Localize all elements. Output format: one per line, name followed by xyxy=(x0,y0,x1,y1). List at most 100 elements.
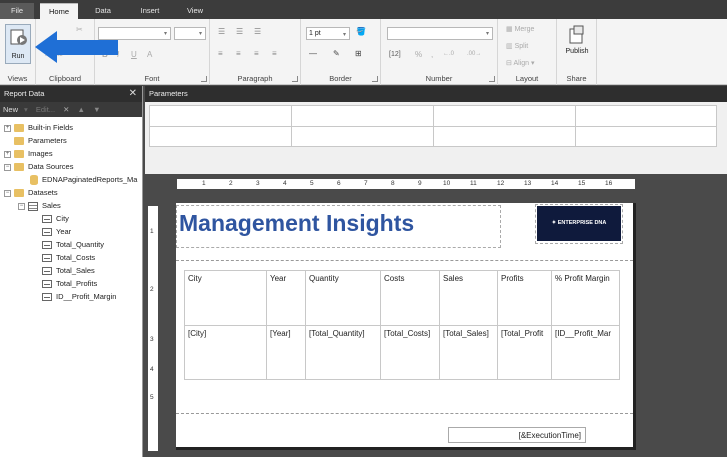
table-cell-sales[interactable]: [Total_Sales] xyxy=(440,326,498,380)
parameter-cell[interactable] xyxy=(434,106,576,127)
table-cell-profits[interactable]: [Total_Profit xyxy=(498,326,552,380)
merge-button[interactable]: ▦ Merge xyxy=(506,25,534,33)
publish-button[interactable]: Publish xyxy=(561,24,593,64)
comma-button[interactable]: , xyxy=(431,50,433,59)
number-dialog-launcher[interactable] xyxy=(489,76,495,82)
border-color-icon[interactable]: ✎ xyxy=(333,49,340,58)
field-total-quantity[interactable]: Total_Quantity xyxy=(42,239,104,251)
new-button[interactable]: New xyxy=(3,105,18,114)
expand-icon[interactable]: + xyxy=(4,150,11,158)
paragraph-dialog-launcher[interactable] xyxy=(292,76,298,82)
field-total-profits[interactable]: Total_Profits xyxy=(42,278,97,290)
group-views: Run Views xyxy=(0,19,36,85)
align-bottom-icon[interactable]: ☰ xyxy=(254,27,261,36)
design-surface: 1 2 3 4 5 6 7 8 9 10 11 12 13 14 15 16 1… xyxy=(145,176,727,457)
table-header-city[interactable]: City xyxy=(185,271,267,326)
parameter-cell[interactable] xyxy=(150,106,292,127)
table-header-quantity[interactable]: Quantity xyxy=(306,271,381,326)
close-icon[interactable]: ✕ xyxy=(129,86,137,102)
parameter-cell[interactable] xyxy=(576,106,717,127)
font-size-dropdown[interactable]: ▾ xyxy=(174,27,206,40)
footer-separator xyxy=(176,413,633,414)
font-dialog-launcher[interactable] xyxy=(201,76,207,82)
table-header-year[interactable]: Year xyxy=(267,271,306,326)
parameter-cell[interactable] xyxy=(434,127,576,147)
table-header-profits[interactable]: Profits xyxy=(498,271,552,326)
underline-button[interactable]: U xyxy=(131,50,137,59)
group-label-layout: Layout xyxy=(515,74,539,83)
field-year[interactable]: Year xyxy=(42,226,71,238)
report-table[interactable]: City Year Quantity Costs Sales Profits %… xyxy=(184,270,620,380)
tree-item-sales[interactable]: − Sales xyxy=(18,200,61,212)
collapse-icon[interactable]: − xyxy=(4,163,11,171)
table-header-costs[interactable]: Costs xyxy=(381,271,440,326)
tab-data[interactable]: Data xyxy=(86,3,120,19)
decrease-decimal-button[interactable]: .00→ xyxy=(467,51,481,57)
tab-insert[interactable]: Insert xyxy=(130,3,170,19)
edit-button[interactable]: Edit... xyxy=(36,105,55,114)
field-total-costs[interactable]: Total_Costs xyxy=(42,252,95,264)
field-city[interactable]: City xyxy=(42,213,69,225)
parameters-grid[interactable] xyxy=(149,105,717,147)
publish-icon xyxy=(569,25,584,44)
collapse-icon[interactable]: − xyxy=(18,202,25,210)
borders-icon[interactable]: ⊞ xyxy=(355,49,362,58)
expand-icon[interactable]: + xyxy=(4,124,11,132)
parameter-cell[interactable] xyxy=(576,127,717,147)
border-dialog-launcher[interactable] xyxy=(372,76,378,82)
table-cell-quantity[interactable]: [Total_Quantity] xyxy=(306,326,381,380)
report-title[interactable]: Management Insights xyxy=(179,210,414,237)
table-cell-city[interactable]: [City] xyxy=(185,326,267,380)
tab-view[interactable]: View xyxy=(178,3,212,19)
fill-color-icon[interactable]: 🪣 xyxy=(356,27,366,36)
logo-image[interactable]: ✦ ENTERPRISE DNA xyxy=(537,206,621,241)
report-canvas[interactable]: Management Insights ✦ ENTERPRISE DNA Cit… xyxy=(176,203,636,450)
font-color-button[interactable]: A xyxy=(147,50,152,59)
delete-icon[interactable]: ✕ xyxy=(63,105,69,114)
table-header-sales[interactable]: Sales xyxy=(440,271,498,326)
align-left-icon[interactable]: ≡ xyxy=(218,49,223,58)
report-data-toolbar: New ▾ Edit... ✕ ▲ ▼ xyxy=(0,102,142,117)
border-width-dropdown[interactable]: 1 pt ▾ xyxy=(306,27,350,40)
parameter-cell[interactable] xyxy=(150,127,292,147)
align-center-icon[interactable]: ≡ xyxy=(236,49,241,58)
border-style-icon[interactable]: — xyxy=(309,49,317,58)
increase-decimal-button[interactable]: ←.0 xyxy=(443,51,454,57)
move-up-icon[interactable]: ▲ xyxy=(78,105,85,114)
folder-open-icon xyxy=(14,189,24,198)
group-border: 1 pt ▾ 🪣 — ✎ ⊞ Border xyxy=(301,19,381,85)
tree-item-datasource[interactable]: EDNAPaginatedReports_Ma xyxy=(30,174,137,186)
justify-icon[interactable]: ≡ xyxy=(272,49,277,58)
percent-button[interactable]: % xyxy=(415,50,422,59)
tree-item-parameters[interactable]: Parameters xyxy=(4,135,67,147)
placeholder-format-button[interactable]: [12] xyxy=(389,51,401,58)
tree-item-images[interactable]: + Images xyxy=(4,148,53,160)
parameter-cell[interactable] xyxy=(292,106,434,127)
execution-time-textbox[interactable]: [&ExecutionTime] xyxy=(448,427,586,443)
align-right-icon[interactable]: ≡ xyxy=(254,49,259,58)
tree-item-datasets[interactable]: − Datasets xyxy=(4,187,58,199)
tab-home[interactable]: Home xyxy=(40,3,78,19)
group-label-font: Font xyxy=(144,74,160,83)
group-label-number: Number xyxy=(425,74,453,83)
field-icon xyxy=(42,241,52,250)
tree-item-built-in-fields[interactable]: + Built-in Fields xyxy=(4,122,73,134)
tab-file[interactable]: File xyxy=(0,3,34,19)
collapse-icon[interactable]: − xyxy=(4,189,11,197)
align-button[interactable]: ⊟ Align ▾ xyxy=(506,59,534,67)
table-cell-costs[interactable]: [Total_Costs] xyxy=(381,326,440,380)
tree-item-data-sources[interactable]: − Data Sources xyxy=(4,161,73,173)
split-button[interactable]: ▥ Split xyxy=(506,42,528,50)
field-id-profit-margin[interactable]: ID__Profit_Margin xyxy=(42,291,116,303)
align-top-icon[interactable]: ☰ xyxy=(218,27,225,36)
table-header-profit-margin[interactable]: % Profit Margin xyxy=(552,271,620,326)
align-middle-icon[interactable]: ☰ xyxy=(236,27,243,36)
move-down-icon[interactable]: ▼ xyxy=(93,105,100,114)
number-format-dropdown[interactable]: ▾ xyxy=(387,27,493,40)
run-button[interactable]: Run xyxy=(5,24,31,64)
field-total-sales[interactable]: Total_Sales xyxy=(42,265,95,277)
table-cell-profit-margin[interactable]: [ID__Profit_Mar xyxy=(552,326,620,380)
table-cell-year[interactable]: [Year] xyxy=(267,326,306,380)
parameter-cell[interactable] xyxy=(292,127,434,147)
run-label: Run xyxy=(11,53,25,60)
